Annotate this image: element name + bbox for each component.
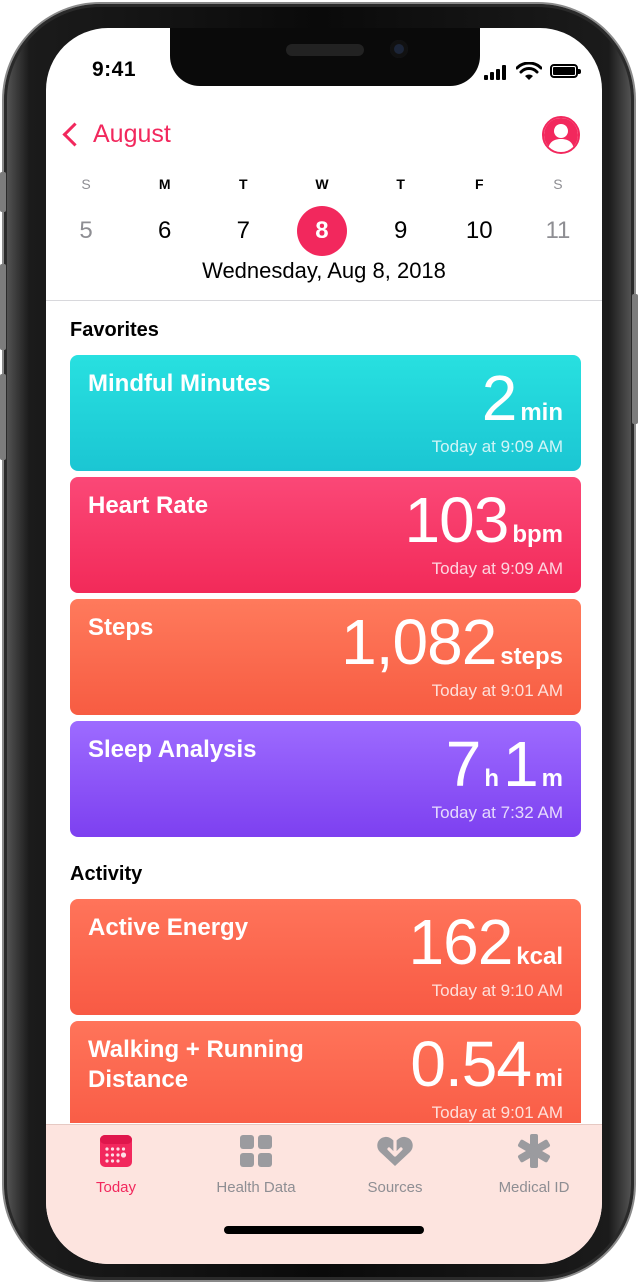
value-minutes: 1 — [503, 728, 539, 800]
value-unit: steps — [500, 643, 563, 670]
card-value: 0.54 mi — [410, 1029, 563, 1099]
summary-content[interactable]: Favorites Mindful Minutes 2 min Today at… — [46, 301, 602, 1123]
week-day-col: T 9 — [375, 174, 427, 256]
card-value: 7 h 1 m — [446, 729, 563, 799]
card-timestamp: Today at 9:09 AM — [431, 437, 563, 456]
value-number: 1,082 — [341, 606, 497, 678]
walking-running-distance-card[interactable]: Walking + Running Distance 0.54 mi Today… — [70, 1021, 581, 1123]
mute-switch — [0, 172, 6, 212]
date-10[interactable]: 10 — [453, 206, 505, 256]
favorites-title: Favorites — [70, 319, 159, 341]
mindful-minutes-card[interactable]: Mindful Minutes 2 min Today at 9:09 AM — [70, 355, 581, 471]
value-number: 103 — [404, 484, 510, 556]
tab-label: Health Data — [216, 1179, 296, 1196]
status-time: 9:41 — [92, 58, 137, 81]
tab-label: Sources — [367, 1179, 423, 1196]
heart-rate-card[interactable]: Heart Rate 103 bpm Today at 9:09 AM — [70, 477, 581, 593]
screen: 9:41 August S 5 M 6 T 7 W 8 T 9 F 10 S 1… — [46, 28, 602, 1264]
card-title: Sleep Analysis — [88, 736, 257, 763]
active-energy-card[interactable]: Active Energy 162 kcal Today at 9:10 AM — [70, 899, 581, 1015]
tab-bar: Today Health Data Sources Medical ID — [46, 1124, 602, 1264]
card-title: Heart Rate — [88, 492, 209, 519]
date-8-selected[interactable]: 8 — [296, 206, 347, 256]
date-5[interactable]: 5 — [60, 206, 112, 256]
week-strip: S 5 M 6 T 7 W 8 T 9 F 10 S 11 — [60, 174, 584, 256]
back-label: August — [93, 120, 171, 148]
date-11[interactable]: 11 — [532, 206, 584, 256]
calendar-icon — [100, 1135, 132, 1167]
value-unit: kcal — [516, 943, 563, 970]
sleep-analysis-card[interactable]: Sleep Analysis 7 h 1 m Today at 7:32 AM — [70, 721, 581, 837]
camera — [390, 40, 408, 58]
week-day-col: F 10 — [453, 174, 505, 256]
card-timestamp: Today at 7:32 AM — [431, 803, 563, 822]
steps-card[interactable]: Steps 1,082 steps Today at 9:01 AM — [70, 599, 581, 715]
card-timestamp: Today at 9:01 AM — [431, 1103, 563, 1122]
card-value: 2 min — [482, 363, 563, 433]
week-day-col: S 5 — [60, 174, 112, 256]
unit-minutes: m — [541, 765, 563, 792]
profile-icon — [544, 118, 578, 152]
home-indicator[interactable] — [224, 1226, 424, 1234]
tab-label: Today — [95, 1179, 137, 1196]
weekday-letter: T — [239, 176, 248, 192]
profile-button[interactable] — [542, 116, 580, 154]
tab-sources[interactable]: Sources — [335, 1131, 455, 1196]
activity-title: Activity — [70, 863, 143, 885]
asterisk-icon — [518, 1134, 550, 1168]
phone-frame: 9:41 August S 5 M 6 T 7 W 8 T 9 F 10 S 1… — [0, 4, 638, 1280]
tab-label: Medical ID — [498, 1179, 570, 1196]
weekday-letter: W — [315, 176, 329, 192]
card-timestamp: Today at 9:10 AM — [431, 981, 563, 1000]
card-title: Active Energy — [88, 914, 249, 941]
value-number: 0.54 — [410, 1028, 532, 1100]
date-7[interactable]: 7 — [217, 206, 269, 256]
speaker — [286, 44, 364, 56]
card-title: Walking + Running Distance — [88, 1036, 304, 1093]
week-day-col: S 11 — [532, 174, 584, 256]
grid-icon — [240, 1135, 272, 1167]
wifi-icon — [516, 62, 542, 80]
volume-down-button — [0, 374, 6, 460]
value-hours: 7 — [445, 728, 482, 800]
card-title: Mindful Minutes — [88, 370, 271, 397]
date-9[interactable]: 9 — [375, 206, 427, 256]
value-number: 162 — [408, 906, 514, 978]
weekday-letter: S — [553, 176, 563, 192]
card-value: 103 bpm — [405, 485, 563, 555]
weekday-letter: T — [396, 176, 405, 192]
heart-download-icon — [377, 1136, 413, 1166]
weekday-letter: F — [475, 176, 484, 192]
back-button[interactable]: August — [60, 120, 171, 149]
week-day-col: T 7 — [217, 174, 269, 256]
card-timestamp: Today at 9:01 AM — [431, 681, 563, 700]
notch — [170, 28, 480, 86]
side-button — [632, 294, 638, 424]
week-day-col: W 8 — [296, 174, 348, 256]
card-timestamp: Today at 9:09 AM — [431, 559, 563, 578]
tab-medical-id[interactable]: Medical ID — [474, 1131, 594, 1196]
week-day-col: M 6 — [139, 174, 191, 256]
signal-icon — [484, 64, 510, 80]
date-6[interactable]: 6 — [139, 206, 191, 256]
weekday-letter: S — [81, 176, 91, 192]
value-number: 2 — [481, 362, 518, 434]
volume-up-button — [0, 264, 6, 350]
unit-hours: h — [484, 765, 500, 792]
battery-icon — [550, 64, 581, 78]
card-value: 1,082 steps — [341, 607, 563, 677]
value-unit: bpm — [512, 521, 563, 548]
card-value: 162 kcal — [409, 907, 564, 977]
selected-date-label: Wednesday, Aug 8, 2018 — [202, 258, 446, 283]
tab-health-data[interactable]: Health Data — [196, 1131, 316, 1196]
value-unit: mi — [534, 1065, 563, 1092]
chevron-left-icon — [62, 122, 87, 147]
tab-today[interactable]: Today — [56, 1131, 176, 1196]
value-unit: min — [520, 399, 563, 426]
card-title: Steps — [88, 614, 154, 641]
weekday-letter: M — [158, 176, 171, 192]
